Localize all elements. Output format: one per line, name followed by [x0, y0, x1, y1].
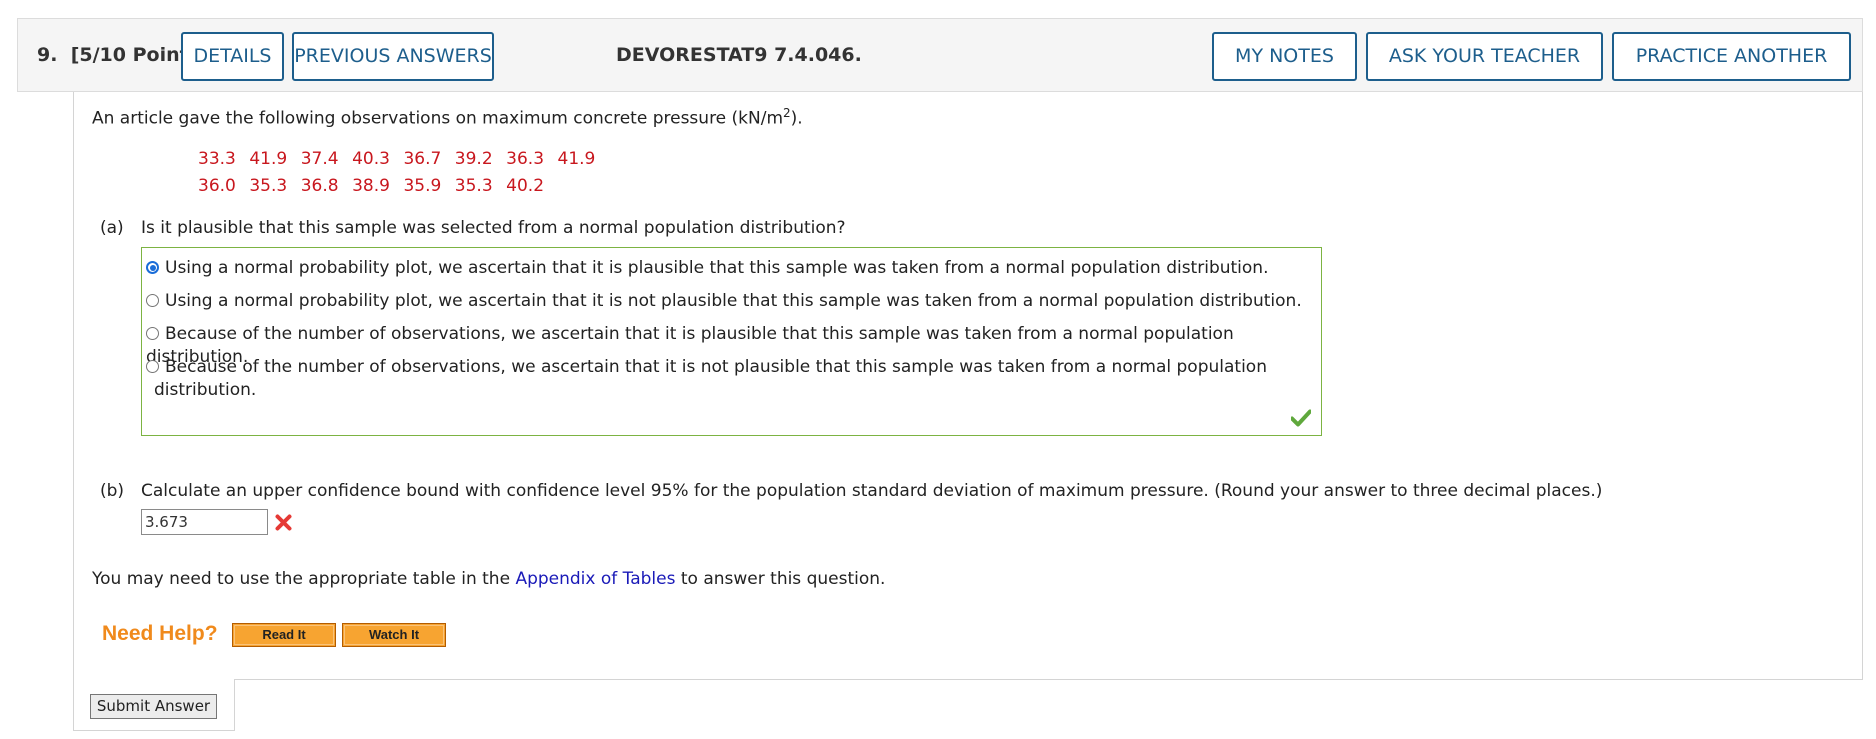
data-value: 41.9: [557, 149, 596, 169]
data-value: 41.9: [249, 149, 288, 169]
my-notes-button[interactable]: MY NOTES: [1212, 32, 1357, 81]
data-value: 40.3: [352, 149, 390, 169]
part-a-options-box: Using a normal probability plot, we asce…: [141, 247, 1322, 436]
data-value: 37.4: [300, 149, 339, 169]
part-b-prompt: Calculate an upper confidence bound with…: [141, 481, 1603, 501]
question-id: DEVORESTAT9 7.4.046.: [616, 44, 862, 66]
data-value: 38.9: [352, 176, 390, 196]
data-value: 39.2: [454, 149, 493, 169]
option-2[interactable]: Using a normal probability plot, we asce…: [146, 290, 1306, 313]
answer-input[interactable]: [141, 509, 268, 535]
watch-it-button[interactable]: Watch It: [342, 623, 446, 647]
question-number: 9.: [37, 44, 58, 66]
data-value: 36.0: [198, 176, 236, 196]
question-intro: An article gave the following observatio…: [92, 106, 803, 129]
submit-answer-button[interactable]: Submit Answer: [90, 694, 217, 719]
appendix-note: You may need to use the appropriate tabl…: [92, 569, 886, 589]
option-2-text: Using a normal probability plot, we asce…: [165, 291, 1302, 311]
data-value: 40.2: [506, 176, 545, 196]
option-4-continuation: distribution.: [154, 380, 257, 400]
data-value: 35.3: [454, 176, 493, 196]
x-mark-icon: [275, 514, 292, 531]
practice-another-button[interactable]: PRACTICE ANOTHER: [1612, 32, 1851, 81]
data-row-2: 36.0 35.3 36.8 38.9 35.9 35.3 40.2: [198, 176, 558, 196]
data-value: 36.8: [300, 176, 339, 196]
part-b-label: (b): [100, 481, 125, 501]
data-value: 35.9: [403, 176, 442, 196]
checkmark-icon: [1291, 409, 1311, 427]
ask-your-teacher-button[interactable]: ASK YOUR TEACHER: [1366, 32, 1603, 81]
need-help-label: Need Help?: [102, 622, 218, 645]
option-1[interactable]: Using a normal probability plot, we asce…: [146, 257, 1306, 280]
option-4[interactable]: Because of the number of observations, w…: [146, 356, 1306, 402]
part-a-label: (a): [100, 218, 124, 238]
option-1-text: Using a normal probability plot, we asce…: [165, 258, 1269, 278]
details-button[interactable]: DETAILS: [181, 32, 284, 81]
data-row-1: 33.3 41.9 37.4 40.3 36.7 39.2 36.3 41.9: [198, 149, 609, 169]
data-value: 35.3: [249, 176, 288, 196]
part-a-prompt: Is it plausible that this sample was sel…: [141, 218, 846, 238]
data-value: 33.3: [198, 149, 236, 169]
option-4-text: Because of the number of observations, w…: [165, 357, 1267, 377]
radio-selected[interactable]: [146, 261, 159, 274]
question-header: 9. [5/10 Points] DETAILS PREVIOUS ANSWER…: [17, 18, 1863, 92]
data-value: 36.7: [403, 149, 442, 169]
appendix-of-tables-link[interactable]: Appendix of Tables: [515, 569, 675, 589]
previous-answers-button[interactable]: PREVIOUS ANSWERS: [292, 32, 494, 81]
data-value: 36.3: [506, 149, 545, 169]
read-it-button[interactable]: Read It: [232, 623, 336, 647]
radio-unselected[interactable]: [146, 360, 159, 373]
radio-unselected[interactable]: [146, 294, 159, 307]
radio-unselected[interactable]: [146, 327, 159, 340]
